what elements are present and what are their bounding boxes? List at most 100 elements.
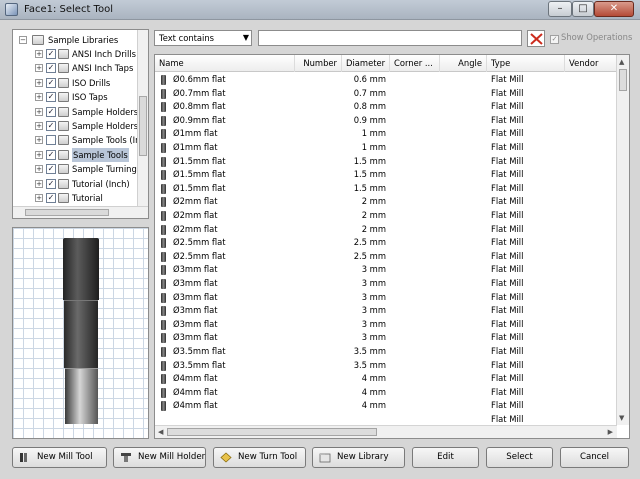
expand-icon[interactable]: + [35, 179, 43, 188]
maximize-button[interactable]: □ [572, 1, 594, 17]
checkbox-icon[interactable]: ✓ [46, 92, 56, 103]
table-row[interactable]: Ø1.5mm flat 1.5 mm Flat Mill [155, 155, 617, 169]
minimize-button[interactable]: – [548, 1, 572, 17]
tree-hscroll-thumb[interactable] [25, 209, 109, 216]
tree-item[interactable]: + ✓ ISO Taps [13, 90, 137, 104]
checkbox-icon[interactable]: ✓ [46, 193, 56, 203]
expand-icon[interactable]: + [35, 78, 43, 87]
table-body[interactable]: Ø0.6mm flat 0.6 mm Flat Mill Ø0.7mm flat 0.7… [155, 73, 617, 425]
new-turn-tool-button[interactable]: New Turn Tool [213, 447, 306, 468]
scroll-right-icon[interactable]: ▶ [608, 428, 613, 436]
tree-item[interactable]: + ✓ ISO Drills [13, 76, 137, 90]
checkbox-icon[interactable]: ✓ [46, 178, 56, 189]
tree-item[interactable]: + ✓ Tutorial (Inch) [13, 177, 137, 191]
table-hscroll-thumb[interactable] [167, 428, 377, 436]
table-row[interactable]: Ø3mm flat 3 mm Flat Mill [155, 304, 617, 318]
clear-filter-button[interactable] [527, 30, 545, 47]
scroll-left-icon[interactable]: ◀ [158, 428, 163, 436]
expand-icon[interactable]: + [35, 122, 43, 130]
cancel-button[interactable]: Cancel [560, 447, 629, 468]
column-header-vendor[interactable]: Vendor [565, 55, 617, 72]
tree-item[interactable]: + ✓ Sample Turning [13, 162, 137, 176]
column-header-name[interactable]: Name [155, 55, 295, 72]
checkbox-icon[interactable]: ✓ [46, 77, 56, 88]
expand-icon[interactable]: + [35, 64, 43, 73]
edit-button[interactable]: Edit [412, 447, 479, 468]
checkbox-icon[interactable]: ✓ [46, 149, 56, 160]
table-row[interactable]: Ø3mm flat 3 mm Flat Mill [155, 291, 617, 305]
table-row[interactable]: Ø2mm flat 2 mm Flat Mill [155, 223, 617, 237]
table-row[interactable]: Ø1.5mm flat 1.5 mm Flat Mill [155, 182, 617, 196]
tree-item[interactable]: + ✓ ANSI Inch Drills [13, 47, 137, 61]
table-row[interactable]: Ø0.7mm flat 0.7 mm Flat Mill [155, 87, 617, 101]
checkbox-icon[interactable]: ✓ [46, 106, 56, 117]
table-row[interactable]: Ø3mm flat 3 mm Flat Mill [155, 318, 617, 332]
table-row[interactable]: Ø2mm flat 2 mm Flat Mill [155, 209, 617, 223]
table-vertical-scrollbar[interactable]: ▲ ▼ [616, 55, 629, 425]
column-header-angle[interactable]: Angle [440, 55, 487, 72]
checkbox-icon[interactable]: ✓ [46, 121, 56, 131]
tree-root[interactable]: − Sample Libraries [13, 33, 137, 47]
show-operations-checkbox[interactable]: ✓ Show Operations [550, 32, 632, 44]
table-row[interactable]: Ø4mm flat 4 mm Flat Mill [155, 399, 617, 413]
new-library-button[interactable]: New Library [312, 447, 405, 468]
close-button[interactable]: ✕ [594, 1, 634, 17]
expand-icon[interactable]: + [35, 93, 43, 102]
new-mill-holder-button[interactable]: New Mill Holder [113, 447, 206, 468]
tool-table[interactable]: Name Number Diameter Corner ... Angle Type Ven… [154, 54, 630, 439]
tree-item[interactable]: + Sample Tools (Ir [13, 133, 139, 147]
table-row[interactable]: Ø3mm flat 3 mm Flat Mill [155, 331, 617, 345]
table-row[interactable]: Ø0.8mm flat 0.8 mm Flat Mill [155, 100, 617, 114]
filter-mode-select[interactable]: Text contains ▼ [154, 30, 252, 46]
column-header-diameter[interactable]: Diameter [342, 55, 390, 72]
table-row[interactable]: Ø4mm flat 4 mm Flat Mill [155, 372, 617, 386]
table-row[interactable]: Ø1mm flat 1 mm Flat Mill [155, 141, 617, 155]
table-row[interactable]: Ø3.5mm flat 3.5 mm Flat Mill [155, 345, 617, 359]
column-header-type[interactable]: Type [487, 55, 565, 72]
tree-item[interactable]: + ✓ Sample Holders [13, 105, 138, 119]
library-tree[interactable]: − Sample Libraries + ✓ ANSI Inch Drills + ✓ ANS… [12, 29, 149, 219]
table-row[interactable]: Ø1.5mm flat 1.5 mm Flat Mill [155, 168, 617, 182]
table-row[interactable]: Ø3.5mm flat 3.5 mm Flat Mill [155, 359, 617, 373]
table-row[interactable]: Flat Mill [155, 413, 617, 425]
tree-horizontal-scrollbar[interactable] [13, 206, 148, 218]
new-mill-tool-button[interactable]: New Mill Tool [12, 447, 107, 468]
table-scroll-thumb[interactable] [619, 69, 627, 91]
scroll-down-icon[interactable]: ▼ [619, 414, 624, 422]
collapse-icon[interactable]: − [19, 36, 27, 44]
table-row[interactable]: Ø0.9mm flat 0.9 mm Flat Mill [155, 114, 617, 128]
checkbox-icon[interactable] [46, 135, 56, 146]
checkbox-icon[interactable]: ✓ [46, 49, 56, 59]
cell-vendor [569, 182, 617, 196]
tree-vertical-scrollbar[interactable] [137, 30, 148, 206]
tree-item[interactable]: + ✓ ANSI Inch Taps [13, 61, 137, 75]
tree-item[interactable]: + ✓ Sample Tools [13, 147, 137, 162]
expand-icon[interactable]: + [35, 165, 43, 174]
expand-icon[interactable]: + [35, 50, 43, 58]
expand-icon[interactable]: + [35, 136, 43, 145]
table-row[interactable]: Ø3mm flat 3 mm Flat Mill [155, 263, 617, 277]
tree-item[interactable]: + ✓ Sample Holders [13, 119, 138, 133]
search-input[interactable] [258, 30, 522, 46]
table-row[interactable]: Ø4mm flat 4 mm Flat Mill [155, 386, 617, 400]
checkbox-icon[interactable]: ✓ [46, 164, 56, 175]
filter-mode-value: Text contains [159, 33, 215, 43]
checkbox-icon[interactable]: ✓ [46, 63, 56, 74]
table-row[interactable]: Ø2mm flat 2 mm Flat Mill [155, 195, 617, 209]
title-bar[interactable]: Face1: Select Tool – □ ✕ [0, 0, 640, 20]
select-button[interactable]: Select [486, 447, 553, 468]
table-horizontal-scrollbar[interactable]: ◀ ▶ [155, 425, 617, 438]
expand-icon[interactable]: + [35, 194, 43, 202]
column-header-number[interactable]: Number [295, 55, 342, 72]
table-row[interactable]: Ø0.6mm flat 0.6 mm Flat Mill [155, 73, 617, 87]
tree-item[interactable]: + ✓ Tutorial [13, 191, 137, 205]
table-row[interactable]: Ø2.5mm flat 2.5 mm Flat Mill [155, 250, 617, 264]
table-row[interactable]: Ø2.5mm flat 2.5 mm Flat Mill [155, 236, 617, 250]
column-header-corner[interactable]: Corner ... [390, 55, 440, 72]
expand-icon[interactable]: + [35, 107, 43, 116]
table-row[interactable]: Ø3mm flat 3 mm Flat Mill [155, 277, 617, 291]
tree-scroll-thumb[interactable] [139, 96, 147, 156]
expand-icon[interactable]: + [35, 150, 43, 159]
scroll-up-icon[interactable]: ▲ [619, 58, 624, 66]
table-row[interactable]: Ø1mm flat 1 mm Flat Mill [155, 127, 617, 141]
